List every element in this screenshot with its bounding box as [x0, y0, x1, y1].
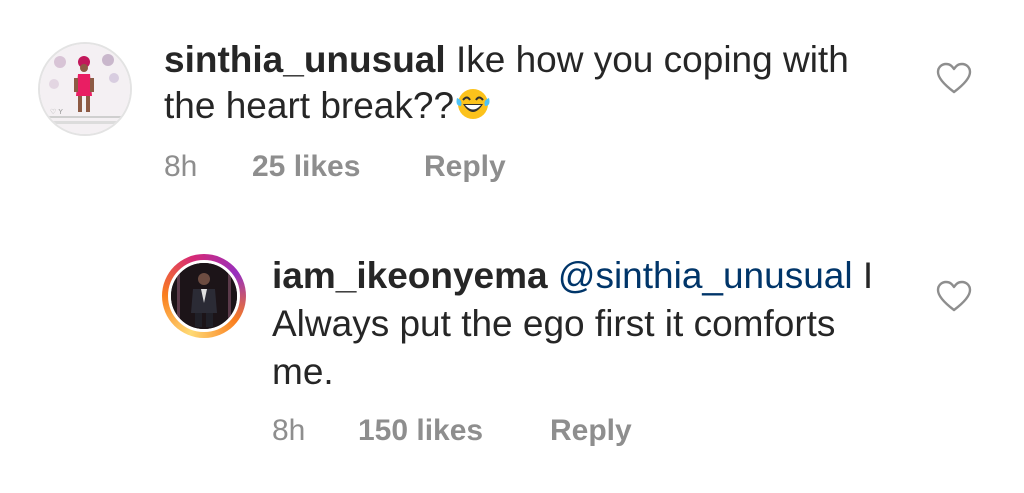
comment-meta: 8h 25 likes Reply: [164, 150, 506, 184]
heart-outline-icon[interactable]: [936, 62, 972, 96]
comment-time: 8h: [164, 150, 198, 183]
avatar[interactable]: [168, 260, 240, 332]
reply-button[interactable]: Reply: [424, 150, 506, 184]
comment-body: iam_ikeonyema @sinthia_unusual I: [272, 254, 873, 298]
laughing-tears-emoji-icon: [456, 89, 490, 119]
comment-text: the heart break??: [164, 85, 455, 126]
reply-button[interactable]: Reply: [550, 414, 632, 448]
heart-outline-icon[interactable]: [936, 280, 972, 314]
comment-username[interactable]: iam_ikeonyema: [272, 255, 548, 296]
comment-text-line: Always put the ego first it comforts: [272, 302, 835, 346]
comment-meta: 8h 150 likes Reply: [272, 414, 632, 448]
comment-text-line: the heart break??: [164, 84, 492, 128]
avatar[interactable]: ♡ Y: [38, 42, 132, 136]
comment-text-line: me.: [272, 350, 334, 394]
comment-time: 8h: [272, 414, 306, 447]
likes-count[interactable]: 150 likes: [358, 414, 550, 448]
svg-text:♡ Y: ♡ Y: [50, 108, 64, 116]
comment-body: sinthia_unusual Ike how you coping with: [164, 38, 849, 82]
mention-link[interactable]: @sinthia_unusual: [558, 255, 853, 296]
comment-username[interactable]: sinthia_unusual: [164, 39, 446, 80]
likes-count[interactable]: 25 likes: [252, 150, 424, 184]
avatar-image: [171, 263, 237, 329]
avatar-image: ♡ Y: [40, 44, 130, 134]
comment-text: I: [862, 255, 874, 296]
comment-text: Always put the ego first it comforts: [272, 303, 836, 344]
comment-text: Ike how you coping with: [455, 39, 849, 80]
comment-text: me.: [272, 351, 334, 392]
